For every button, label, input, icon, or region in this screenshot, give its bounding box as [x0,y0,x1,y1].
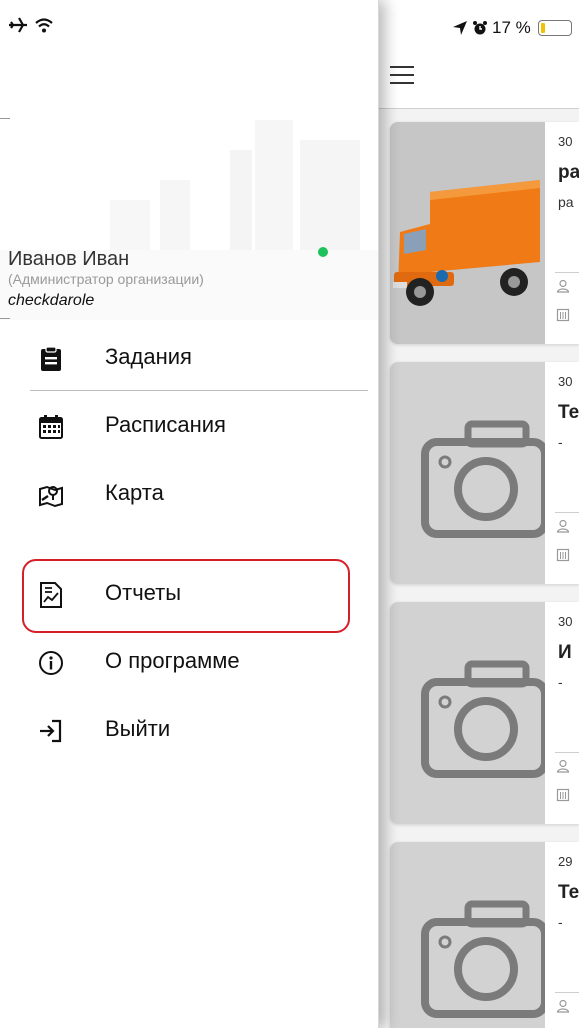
battery-icon [537,20,572,36]
building-icon [556,308,570,322]
menu-item-label: Расписания [105,412,226,437]
location-arrow-icon [453,21,467,35]
wifi-icon [35,18,54,33]
city-background [0,120,378,320]
menu-item-reports[interactable]: Отчеты [0,566,378,622]
menu-item-schedules[interactable]: Расписания [0,398,378,454]
menu-item-about[interactable]: О программе [0,634,378,690]
card-thumbnail [390,842,549,1028]
card-divider [555,992,579,993]
menu-item-label: Отчеты [105,580,182,605]
card-thumbnail [390,362,549,584]
menu-divider [30,390,368,391]
menu-item-label: О программе [105,648,240,673]
card-title: Те [558,402,579,423]
card-date: 30 [558,374,573,389]
card-date: 30 [558,614,573,629]
camera-placeholder-icon [421,660,549,778]
navigation-drawer: Иванов Иван (Администратор организации) … [0,0,379,1028]
card-title: И [558,642,572,663]
map-icon [39,485,63,508]
report-icon [40,582,62,608]
menu-item-logout[interactable]: Выйти [0,702,378,758]
person-icon [556,999,570,1013]
camera-placeholder-icon [421,900,549,1018]
calendar-icon [39,415,63,439]
card-divider [555,512,579,513]
person-icon [556,519,570,533]
battery-percent: 17 % [492,18,531,37]
card-subtitle: - [558,914,563,930]
task-card[interactable]: 30 ра ра [390,122,579,344]
camera-placeholder-icon [421,420,549,538]
card-divider [555,272,579,273]
status-bar-left [8,16,54,39]
online-status-indicator [318,247,328,257]
alarm-icon [473,21,487,35]
main-panel: 17 % 30 ра ра 30 Те - 30 И - 29 Те - [378,0,579,1028]
card-title: ра [558,162,579,183]
person-icon [556,279,570,293]
task-card[interactable]: 29 Те - [390,842,579,1028]
building-icon [556,788,570,802]
main-header: 17 % [378,0,579,108]
info-icon [39,651,63,675]
battery-fill [540,23,545,33]
card-subtitle: - [558,674,563,690]
menu-item-tasks[interactable]: Задания [0,330,378,386]
user-login: checkdarole [8,292,95,309]
person-icon [556,759,570,773]
card-title: Те [558,882,579,903]
logout-icon [40,719,62,743]
menu-item-label: Карта [105,480,164,505]
menu-item-label: Задания [105,344,192,369]
status-bar-right: 17 % [452,18,572,38]
menu-item-label: Выйти [105,716,171,741]
truck-photo [390,122,545,344]
card-thumbnail [390,602,549,824]
profile-divider [0,318,10,319]
clipboard-icon [41,346,61,371]
card-thumbnail [390,122,545,344]
airplane-icon [9,17,27,33]
card-divider [555,752,579,753]
building-icon [556,548,570,562]
task-card[interactable]: 30 Те - [390,362,579,584]
task-card[interactable]: 30 И - [390,602,579,824]
menu-item-map[interactable]: Карта [0,466,378,522]
user-role: (Администратор организации) [8,271,204,287]
user-name: Иванов Иван [8,248,130,270]
card-subtitle: - [558,434,563,450]
card-date: 30 [558,134,573,149]
card-subtitle: ра [558,194,574,210]
card-date: 29 [558,854,573,869]
hamburger-menu-button[interactable] [390,66,414,84]
